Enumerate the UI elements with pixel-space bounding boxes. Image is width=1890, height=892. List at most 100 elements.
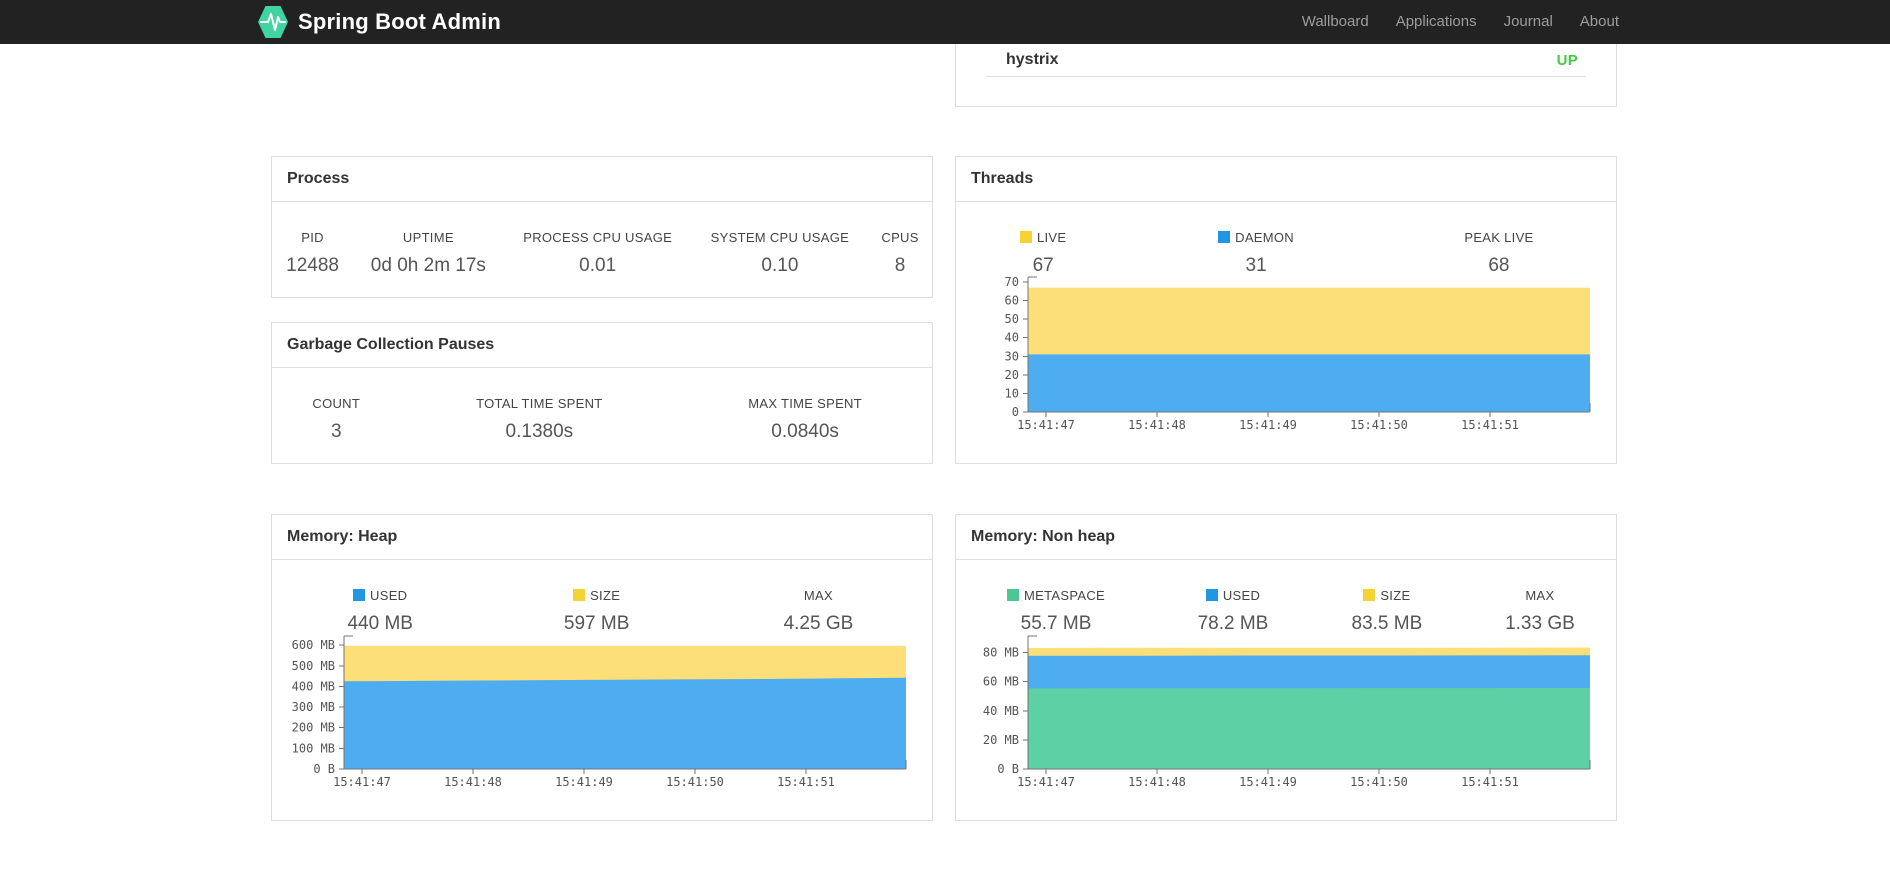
svg-text:50: 50 <box>1005 312 1019 326</box>
size-series-swatch <box>573 589 586 601</box>
metric-label: SYSTEM CPU USAGE <box>710 230 850 245</box>
memory-heap-chart: 0 B 100 MB 200 MB 300 MB 400 MB 500 MB 600 MB 1… <box>292 635 907 789</box>
metric-value: 0d 0h 2m 17s <box>370 255 486 276</box>
panel-title: Threads <box>956 157 1616 202</box>
application-status-panel: hystrix UP <box>955 44 1617 107</box>
legend-item: MAX <box>705 560 932 603</box>
svg-text:15:41:49: 15:41:49 <box>1239 775 1297 789</box>
nav-item-about[interactable]: About <box>1580 13 1619 30</box>
nav-item-applications[interactable]: Applications <box>1396 13 1477 30</box>
svg-text:0 B: 0 B <box>997 762 1019 776</box>
metric-label: CPUS <box>881 230 919 245</box>
svg-text:400 MB: 400 MB <box>292 679 335 693</box>
legend-item: METASPACE <box>956 560 1156 603</box>
process-metrics: PID UPTIME PROCESS CPU USAGE SYSTEM CPU … <box>272 202 932 277</box>
svg-text:0: 0 <box>1012 405 1019 419</box>
panel-title: Memory: Non heap <box>956 515 1616 560</box>
memory-heap-panel: Memory: Heap USED SIZE MAX 440 MB 597 MB… <box>271 514 933 821</box>
legend-label: DAEMON <box>1235 230 1294 245</box>
metric-value: 12488 <box>286 255 339 276</box>
metric-value: 0.01 <box>579 255 617 276</box>
size-series-swatch <box>1363 589 1376 601</box>
legend-label: PEAK LIVE <box>1464 230 1534 245</box>
metric-value: 0.10 <box>761 255 799 276</box>
daemon-series-swatch <box>1218 231 1231 243</box>
svg-text:15:41:50: 15:41:50 <box>1350 775 1408 789</box>
metric-value: 0.1380s <box>505 421 574 442</box>
legend-item: MAX <box>1464 560 1616 603</box>
svg-text:80 MB: 80 MB <box>983 646 1019 660</box>
application-row[interactable]: hystrix UP <box>986 44 1586 77</box>
svg-text:15:41:50: 15:41:50 <box>666 775 724 789</box>
panel-title: Memory: Heap <box>272 515 932 560</box>
nav-item-journal[interactable]: Journal <box>1504 13 1553 30</box>
legend-item: LIVE <box>956 202 1130 245</box>
svg-text:60: 60 <box>1005 294 1019 308</box>
nav-item-wallboard[interactable]: Wallboard <box>1302 13 1369 30</box>
svg-text:200 MB: 200 MB <box>292 721 335 735</box>
metric-label: TOTAL TIME SPENT <box>476 396 603 411</box>
panel-title: Process <box>272 157 932 202</box>
legend-item: DAEMON <box>1130 202 1382 245</box>
svg-text:15:41:51: 15:41:51 <box>1461 418 1519 432</box>
live-series-swatch <box>1019 231 1032 243</box>
svg-text:15:41:48: 15:41:48 <box>444 775 502 789</box>
metaspace-series-swatch <box>1007 589 1020 601</box>
navbar: Spring Boot Admin Wallboard Applications… <box>0 0 1890 44</box>
svg-text:15:41:50: 15:41:50 <box>1350 418 1408 432</box>
gc-metrics: COUNT TOTAL TIME SPENT MAX TIME SPENT 3 … <box>272 368 932 443</box>
brand[interactable]: Spring Boot Admin <box>258 0 501 44</box>
svg-text:15:41:47: 15:41:47 <box>333 775 391 789</box>
brand-title: Spring Boot Admin <box>298 9 502 34</box>
panel-title: Garbage Collection Pauses <box>272 323 932 368</box>
status-badge: UP <box>1556 51 1578 69</box>
garbage-collection-panel: Garbage Collection Pauses COUNT TOTAL TI… <box>271 322 933 464</box>
svg-text:15:41:47: 15:41:47 <box>1017 775 1075 789</box>
svg-text:15:41:49: 15:41:49 <box>1239 418 1297 432</box>
svg-text:15:41:49: 15:41:49 <box>555 775 613 789</box>
legend-label: USED <box>1222 588 1261 603</box>
svg-text:600 MB: 600 MB <box>292 638 335 652</box>
threads-chart: 0 10 20 30 40 50 60 70 15:41:47 15:41:48 15:41:49 1… <box>1005 275 1591 432</box>
application-name[interactable]: hystrix <box>1006 51 1058 69</box>
metric-label: PID <box>301 230 324 245</box>
svg-text:500 MB: 500 MB <box>292 659 335 673</box>
process-panel: Process PID UPTIME PROCESS CPU USAGE SYS… <box>271 156 933 298</box>
legend-item: USED <box>1156 560 1310 603</box>
legend-label: SIZE <box>1380 588 1411 603</box>
svg-text:300 MB: 300 MB <box>292 700 335 714</box>
spring-boot-admin-logo-icon <box>258 6 288 38</box>
threads-panel: Threads LIVE DAEMON PEAK LIVE 67 31 68 0… <box>955 156 1617 464</box>
legend-label: METASPACE <box>1024 588 1105 603</box>
legend-label: USED <box>370 588 408 603</box>
svg-text:10: 10 <box>1005 386 1019 400</box>
svg-text:70: 70 <box>1005 275 1019 289</box>
svg-text:30: 30 <box>1005 349 1019 363</box>
nonheap-legend: METASPACE USED SIZE MAX 55.7 MB 78.2 MB … <box>956 560 1616 635</box>
legend-item: SIZE <box>488 560 704 603</box>
legend-item: SIZE <box>1310 560 1464 603</box>
svg-text:0 B: 0 B <box>313 762 335 776</box>
legend-item: PEAK LIVE <box>1382 202 1616 245</box>
threads-legend: LIVE DAEMON PEAK LIVE 67 31 68 <box>956 202 1616 277</box>
svg-text:15:41:48: 15:41:48 <box>1128 775 1186 789</box>
svg-text:40 MB: 40 MB <box>983 704 1019 718</box>
svg-text:20 MB: 20 MB <box>983 733 1019 747</box>
used-series-swatch <box>353 589 366 601</box>
nav-links: Wallboard Applications Journal About <box>1275 0 1619 44</box>
metric-value: 0.0840s <box>771 421 839 442</box>
svg-text:15:41:51: 15:41:51 <box>1461 775 1519 789</box>
metric-label: UPTIME <box>402 230 454 245</box>
metric-label: PROCESS CPU USAGE <box>523 230 673 245</box>
svg-text:40: 40 <box>1005 331 1019 345</box>
memory-nonheap-chart: 0 B 20 MB 40 MB 60 MB 80 MB 15:41:47 15:41:48 1… <box>983 635 1591 789</box>
svg-text:100 MB: 100 MB <box>292 741 335 755</box>
metric-label: MAX TIME SPENT <box>748 396 862 411</box>
legend-label: LIVE <box>1036 230 1067 245</box>
svg-text:20: 20 <box>1005 368 1019 382</box>
svg-text:15:41:51: 15:41:51 <box>777 775 835 789</box>
used-series-swatch <box>1205 589 1218 601</box>
legend-label: MAX <box>1525 588 1555 603</box>
heap-legend: USED SIZE MAX 440 MB 597 MB 4.25 GB <box>272 560 932 635</box>
metric-label: COUNT <box>312 396 361 411</box>
